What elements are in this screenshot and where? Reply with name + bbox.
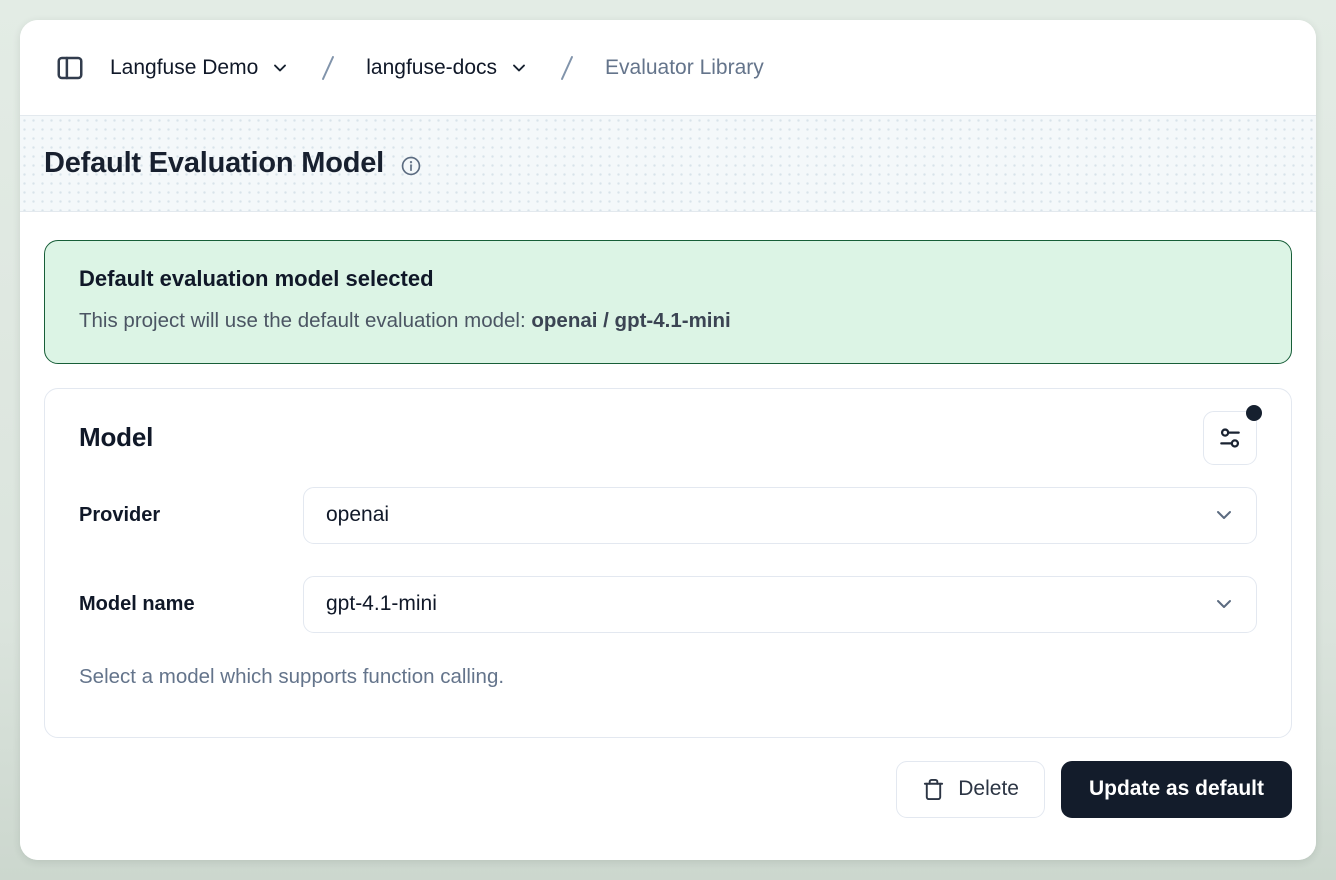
delete-button-label: Delete — [958, 777, 1019, 801]
update-as-default-button[interactable]: Update as default — [1061, 761, 1292, 818]
advanced-model-settings-button[interactable] — [1203, 411, 1257, 465]
provider-select[interactable]: openai — [303, 487, 1257, 544]
top-navigation-bar: Langfuse Demo langfuse-docs Evaluator Li… — [20, 20, 1316, 116]
breadcrumb-separator-icon — [553, 53, 581, 83]
alert-message-prefix: This project will use the default evalua… — [79, 309, 531, 332]
sliders-settings-icon — [1217, 425, 1243, 451]
alert-title: Default evaluation model selected — [79, 266, 1257, 292]
breadcrumb-org-selector[interactable]: Langfuse Demo — [108, 52, 292, 84]
provider-label: Provider — [79, 504, 303, 527]
default-model-alert: Default evaluation model selected This p… — [44, 240, 1292, 364]
model-name-select[interactable]: gpt-4.1-mini — [303, 576, 1257, 633]
alert-message: This project will use the default evalua… — [79, 307, 1257, 335]
page-title: Default Evaluation Model — [44, 147, 384, 180]
chevron-down-icon — [270, 58, 290, 78]
trash-icon — [922, 778, 945, 801]
actions-row: Delete Update as default — [44, 761, 1292, 818]
model-name-label: Model name — [79, 593, 303, 616]
provider-row: Provider openai — [79, 487, 1257, 544]
alert-model-value: openai / gpt-4.1-mini — [531, 309, 730, 332]
breadcrumb-project-label: langfuse-docs — [366, 56, 497, 80]
page-header: Default Evaluation Model — [20, 116, 1316, 212]
model-name-row: Model name gpt-4.1-mini — [79, 576, 1257, 633]
update-button-label: Update as default — [1089, 777, 1264, 800]
breadcrumb: Langfuse Demo langfuse-docs Evaluator Li… — [108, 52, 766, 84]
content-area: Default evaluation model selected This p… — [20, 212, 1316, 860]
title-info-button[interactable] — [400, 155, 422, 177]
breadcrumb-separator-icon — [314, 53, 342, 83]
panel-left-icon — [55, 53, 85, 83]
provider-select-value: openai — [326, 503, 389, 527]
delete-button[interactable]: Delete — [896, 761, 1045, 818]
settings-notification-dot — [1246, 405, 1262, 421]
model-helper-text: Select a model which supports function c… — [79, 665, 1257, 689]
info-icon — [400, 155, 422, 177]
model-name-select-value: gpt-4.1-mini — [326, 592, 437, 616]
model-card-title: Model — [79, 422, 153, 453]
sidebar-toggle-button[interactable] — [50, 48, 90, 88]
main-window: Langfuse Demo langfuse-docs Evaluator Li… — [20, 20, 1316, 860]
model-card: Model Provider openai — [44, 388, 1292, 738]
chevron-down-icon — [1212, 503, 1236, 527]
model-card-header: Model — [79, 411, 1257, 465]
breadcrumb-org-label: Langfuse Demo — [110, 56, 258, 80]
chevron-down-icon — [509, 58, 529, 78]
breadcrumb-project-selector[interactable]: langfuse-docs — [364, 52, 531, 84]
breadcrumb-current-page: Evaluator Library — [603, 52, 766, 84]
chevron-down-icon — [1212, 592, 1236, 616]
